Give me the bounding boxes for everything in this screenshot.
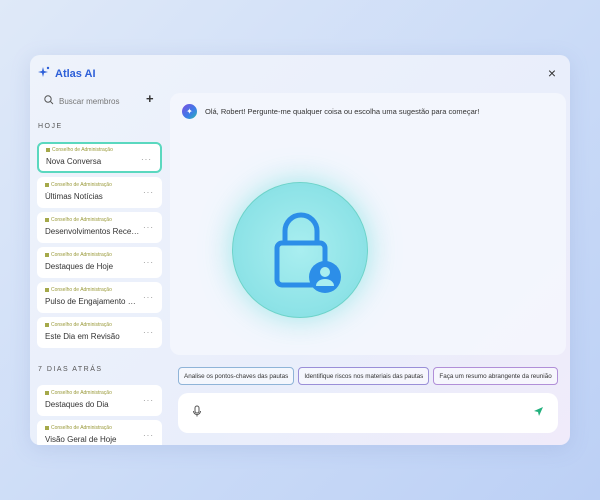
microphone-icon[interactable] bbox=[192, 404, 202, 422]
atlas-ai-window: Atlas AI × Buscar membros + HOJE Conselh… bbox=[30, 55, 570, 445]
tag-square-icon bbox=[45, 391, 49, 395]
chat-panel: ✦ Olá, Robert! Pergunte-me qualquer cois… bbox=[170, 93, 566, 355]
lock-user-illustration bbox=[232, 182, 368, 318]
app-title-text: Atlas AI bbox=[55, 67, 96, 80]
conversation-item[interactable]: Conselho de Administração Este Dia em Re… bbox=[37, 317, 162, 348]
item-tag: Conselho de Administração bbox=[46, 147, 153, 153]
section-label: HOJE bbox=[38, 123, 63, 130]
tag-text: Conselho de Administração bbox=[51, 252, 112, 258]
conversation-name: Pulso de Engajamento Ch... bbox=[45, 297, 140, 306]
conversation-item[interactable]: Conselho de Administração Pulso de Engaj… bbox=[37, 282, 162, 313]
more-options-icon[interactable]: ··· bbox=[143, 431, 154, 440]
item-tag: Conselho de Administração bbox=[45, 425, 154, 431]
suggestions: Analise os pontos-chaves das pautas Iden… bbox=[178, 367, 558, 385]
greeting-message: ✦ Olá, Robert! Pergunte-me qualquer cois… bbox=[182, 104, 479, 119]
conversation-name: Destaques do Dia bbox=[45, 400, 109, 409]
search-placeholder: Buscar membros bbox=[59, 96, 120, 106]
greeting-text: Olá, Robert! Pergunte-me qualquer coisa … bbox=[205, 107, 480, 116]
conversation-name: Destaques de Hoje bbox=[45, 262, 114, 271]
tag-square-icon bbox=[45, 426, 49, 430]
tag-square-icon bbox=[46, 148, 50, 152]
item-tag: Conselho de Administração bbox=[45, 217, 154, 223]
conversation-name: Desenvolvimentos Recentes bbox=[45, 227, 140, 236]
more-options-icon[interactable]: ··· bbox=[143, 188, 154, 197]
suggestion-chip[interactable]: Identifique riscos nos materiais das pau… bbox=[298, 367, 430, 385]
conversation-item[interactable]: Conselho de Administração Visão Geral de… bbox=[37, 420, 162, 445]
lock-user-icon bbox=[274, 212, 341, 293]
search-members-input[interactable]: Buscar membros bbox=[38, 92, 138, 110]
more-options-icon[interactable]: ··· bbox=[143, 328, 154, 337]
suggestion-chip[interactable]: Faça um resumo abrangente da reunião bbox=[433, 367, 558, 385]
item-tag: Conselho de Administração bbox=[45, 322, 154, 328]
tag-text: Conselho de Administração bbox=[52, 147, 113, 153]
suggestion-chip[interactable]: Analise os pontos-chaves das pautas bbox=[178, 367, 295, 385]
assistant-avatar-icon: ✦ bbox=[182, 104, 197, 119]
more-options-icon[interactable]: ··· bbox=[141, 155, 152, 164]
tag-square-icon bbox=[45, 183, 49, 187]
item-tag: Conselho de Administração bbox=[45, 182, 154, 188]
more-options-icon[interactable]: ··· bbox=[143, 396, 154, 405]
conversation-item[interactable]: Conselho de Administração Últimas Notíci… bbox=[37, 177, 162, 208]
conversation-name: Este Dia em Revisão bbox=[45, 332, 120, 341]
item-tag: Conselho de Administração bbox=[45, 252, 154, 258]
tag-text: Conselho de Administração bbox=[51, 390, 112, 396]
conversation-name: Últimas Notícias bbox=[45, 192, 103, 201]
conversation-item[interactable]: Conselho de Administração Desenvolviment… bbox=[37, 212, 162, 243]
conversation-name: Nova Conversa bbox=[46, 157, 102, 166]
sparkle-icon bbox=[38, 66, 50, 81]
message-input[interactable] bbox=[178, 393, 558, 433]
tag-square-icon bbox=[45, 323, 49, 327]
tag-text: Conselho de Administração bbox=[51, 217, 112, 223]
more-options-icon[interactable]: ··· bbox=[143, 223, 154, 232]
close-button[interactable]: × bbox=[548, 65, 556, 81]
tag-text: Conselho de Administração bbox=[51, 425, 112, 431]
item-tag: Conselho de Administração bbox=[45, 390, 154, 396]
conversation-item[interactable]: Conselho de Administração Destaques de H… bbox=[37, 247, 162, 278]
add-conversation-button[interactable]: + bbox=[146, 91, 154, 106]
conversation-item[interactable]: Conselho de Administração Nova Conversa … bbox=[37, 142, 162, 173]
tag-text: Conselho de Administração bbox=[51, 287, 112, 293]
item-tag: Conselho de Administração bbox=[45, 287, 154, 293]
more-options-icon[interactable]: ··· bbox=[143, 293, 154, 302]
search-icon bbox=[44, 95, 54, 107]
tag-text: Conselho de Administração bbox=[51, 182, 112, 188]
tag-square-icon bbox=[45, 288, 49, 292]
section-label: 7 DIAS ATRÁS bbox=[38, 366, 103, 373]
tag-square-icon bbox=[45, 253, 49, 257]
tag-square-icon bbox=[45, 218, 49, 222]
tag-text: Conselho de Administração bbox=[51, 322, 112, 328]
app-title: Atlas AI bbox=[38, 66, 96, 81]
send-icon[interactable] bbox=[533, 404, 544, 422]
conversation-name: Visão Geral de Hoje bbox=[45, 435, 117, 444]
more-options-icon[interactable]: ··· bbox=[143, 258, 154, 267]
conversation-item[interactable]: Conselho de Administração Destaques do D… bbox=[37, 385, 162, 416]
